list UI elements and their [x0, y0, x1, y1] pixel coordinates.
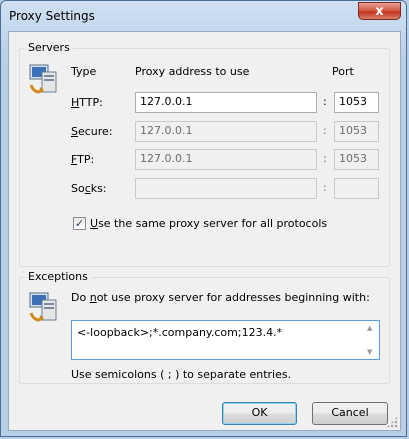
proxy-settings-window: Proxy Settings x Servers Type Proxy addr…	[0, 0, 407, 437]
proxy-network-icon	[29, 64, 57, 94]
title-bar[interactable]: Proxy Settings x	[1, 1, 406, 31]
exceptions-scrollbar[interactable]: ▲ ▼	[363, 321, 379, 359]
exceptions-value: <-loopback>;*.company.com;123.4.*	[77, 326, 283, 339]
ftp-port-input[interactable]: 1053	[334, 149, 379, 170]
same-proxy-label[interactable]: Use the same proxy server for all protoc…	[90, 217, 327, 230]
cancel-button[interactable]: Cancel	[312, 402, 388, 425]
col-port-header: Port	[332, 65, 354, 78]
secure-label: Secure:	[71, 125, 113, 138]
exceptions-group: Exceptions Do not use proxy server for a…	[19, 270, 390, 384]
secure-separator: :	[323, 124, 327, 137]
servers-group: Servers Type Proxy address to use Port H…	[19, 41, 390, 267]
scroll-down-icon[interactable]: ▼	[367, 348, 372, 356]
ftp-separator: :	[323, 152, 327, 165]
socks-port-input[interactable]	[334, 178, 379, 199]
http-port-input[interactable]: 1053	[334, 92, 379, 113]
col-address-header: Proxy address to use	[135, 65, 250, 78]
col-type-header: Type	[71, 65, 97, 78]
servers-group-label: Servers	[25, 41, 73, 54]
ftp-label: FTP:	[71, 153, 95, 166]
ftp-address-input[interactable]: 127.0.0.1	[135, 149, 317, 170]
exceptions-hint: Use semicolons ( ; ) to separate entries…	[71, 368, 292, 381]
exceptions-group-label: Exceptions	[25, 270, 91, 283]
window-title: Proxy Settings	[9, 9, 95, 23]
exceptions-textarea[interactable]: <-loopback>;*.company.com;123.4.* ▲ ▼	[71, 320, 380, 360]
socks-separator: :	[323, 181, 327, 194]
socks-label: Socks:	[71, 182, 107, 195]
dialog-client: Servers Type Proxy address to use Port H…	[8, 31, 401, 431]
http-address-input[interactable]: 127.0.0.1	[135, 92, 317, 113]
close-icon: x	[375, 4, 384, 19]
scroll-up-icon[interactable]: ▲	[367, 324, 372, 332]
close-button[interactable]: x	[358, 2, 401, 20]
socks-address-input[interactable]	[135, 178, 317, 199]
http-label: HTTP:	[71, 96, 103, 109]
secure-port-input[interactable]: 1053	[334, 121, 379, 142]
http-separator: :	[323, 95, 327, 108]
exceptions-instruction: Do not use proxy server for addresses be…	[71, 291, 370, 304]
ok-button[interactable]: OK	[222, 402, 297, 425]
same-proxy-checkbox[interactable]: ✓	[73, 217, 86, 230]
proxy-network-icon	[29, 292, 57, 322]
secure-address-input[interactable]: 127.0.0.1	[135, 121, 317, 142]
